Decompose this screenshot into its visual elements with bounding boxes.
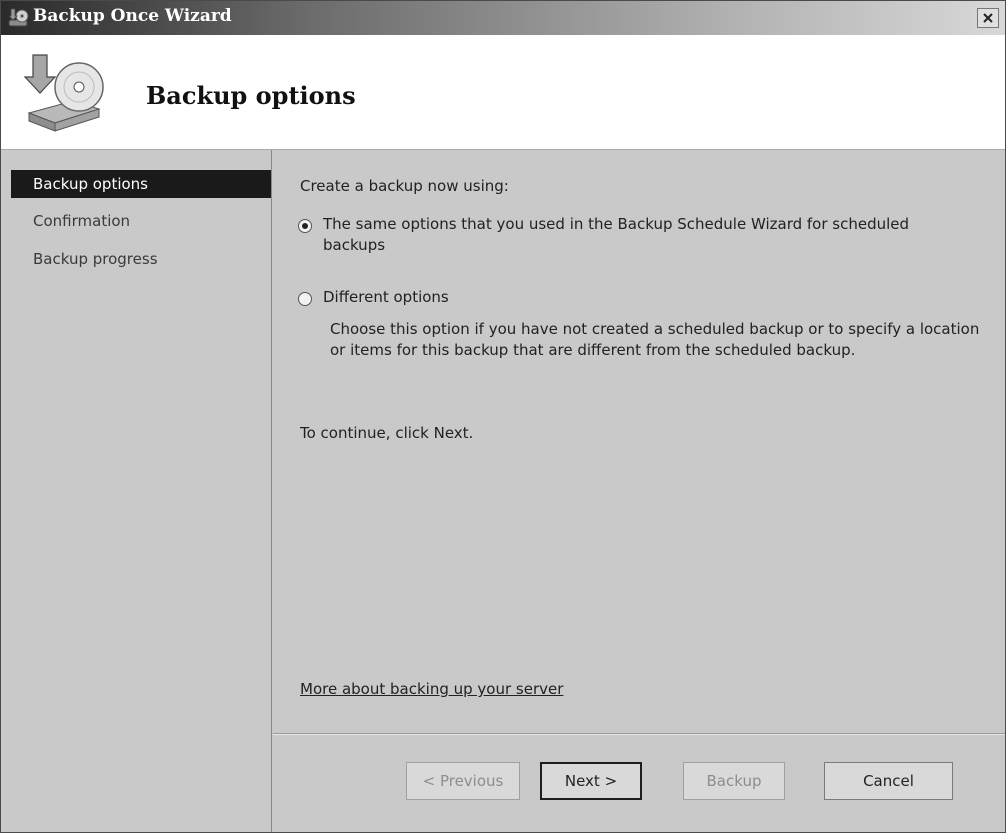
backup-app-icon — [8, 8, 29, 27]
sidebar-item-backup-progress[interactable]: Backup progress — [11, 245, 271, 273]
main-content: Create a backup now using: The same opti… — [273, 150, 1005, 832]
sidebar-item-confirmation[interactable]: Confirmation — [11, 207, 271, 235]
radio-same-options[interactable] — [298, 219, 312, 233]
next-button[interactable]: Next > — [540, 762, 642, 800]
option-different-row[interactable]: Different options — [298, 287, 973, 308]
option-same-row[interactable]: The same options that you used in the Ba… — [298, 214, 973, 256]
prompt-text: Create a backup now using: — [300, 177, 509, 195]
option-different-description: Choose this option if you have not creat… — [330, 320, 980, 359]
option-different-label[interactable]: Different options — [323, 287, 973, 308]
backup-button[interactable]: Backup — [683, 762, 785, 800]
backup-disc-icon — [23, 54, 104, 132]
wizard-header: Backup options — [1, 35, 1005, 150]
page-heading: Backup options — [146, 81, 356, 110]
wizard-window: Backup Once Wizard Backup options Backup… — [0, 0, 1006, 833]
wizard-steps-sidebar: Backup options Confirmation Backup progr… — [1, 150, 272, 832]
title-bar[interactable]: Backup Once Wizard — [1, 1, 1005, 35]
close-button[interactable] — [977, 8, 999, 28]
previous-button[interactable]: < Previous — [406, 762, 520, 800]
sidebar-item-backup-options[interactable]: Backup options — [11, 170, 271, 198]
window-title: Backup Once Wizard — [33, 6, 232, 26]
continue-text: To continue, click Next. — [300, 424, 474, 442]
cancel-button[interactable]: Cancel — [824, 762, 953, 800]
footer-separator — [273, 733, 1005, 735]
close-icon — [983, 13, 993, 23]
radio-different-options[interactable] — [298, 292, 312, 306]
more-about-backup-link[interactable]: More about backing up your server — [300, 680, 563, 698]
option-same-label[interactable]: The same options that you used in the Ba… — [323, 214, 973, 256]
